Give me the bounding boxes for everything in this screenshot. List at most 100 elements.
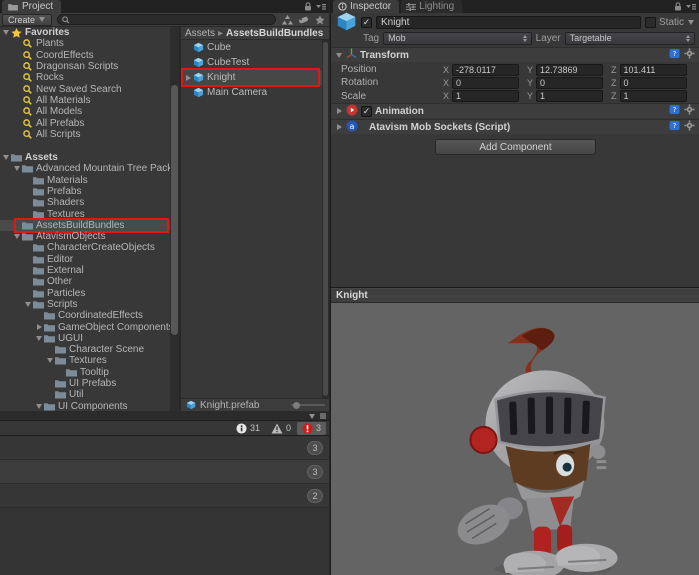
gear-icon[interactable] xyxy=(684,104,695,118)
tree-item-charactercreateobjects[interactable]: CharacterCreateObjects xyxy=(0,242,170,253)
help-icon[interactable]: ? xyxy=(669,120,680,134)
rotation-z-field[interactable]: 0 xyxy=(620,77,688,89)
search-input[interactable] xyxy=(70,15,271,25)
rotation-x-field[interactable]: 0 xyxy=(452,77,519,89)
icon-size-slider[interactable] xyxy=(291,404,325,406)
tree-item-editor[interactable]: Editor xyxy=(0,254,170,265)
console-warning-toggle[interactable]: 0 xyxy=(266,422,296,435)
foldout-closed-icon[interactable] xyxy=(184,74,192,82)
tree-item-dragonsan-scripts[interactable]: Dragonsan Scripts xyxy=(0,61,170,72)
search-field[interactable] xyxy=(57,14,276,25)
foldout-closed-icon[interactable] xyxy=(335,107,343,115)
content-scrollbar[interactable] xyxy=(322,40,329,398)
tree-item-external[interactable]: External xyxy=(0,265,170,276)
console-log-row[interactable]: 3 xyxy=(0,436,329,460)
foldout-closed-icon[interactable] xyxy=(335,123,343,131)
favorites-star-icon[interactable] xyxy=(313,14,326,25)
tree-item-textures[interactable]: Textures xyxy=(0,355,170,366)
static-dropdown-icon[interactable] xyxy=(687,19,695,27)
tree-item-gameobject-components[interactable]: GameObject Components xyxy=(0,321,170,332)
chevron-down-icon[interactable] xyxy=(308,412,316,420)
static-checkbox[interactable] xyxy=(645,17,656,28)
tree-item-particles[interactable]: Particles xyxy=(0,288,170,299)
rotation-y-field[interactable]: 0 xyxy=(536,77,603,89)
console-info-toggle[interactable]: 31 xyxy=(231,422,265,435)
tree-item-character-scene[interactable]: Character Scene xyxy=(0,344,170,355)
atavism-component-header[interactable]: a Atavism Mob Sockets (Script) ? xyxy=(331,119,699,134)
asset-item-cubetest[interactable]: CubeTest xyxy=(181,55,329,70)
panel-menu-icon[interactable] xyxy=(316,3,326,14)
foldout-open-icon[interactable] xyxy=(2,154,10,162)
console-error-toggle[interactable]: 3 xyxy=(297,422,326,435)
help-icon[interactable]: ? xyxy=(669,48,680,62)
gameobject-name-field[interactable]: Knight xyxy=(376,16,641,29)
tab-project[interactable]: Project xyxy=(2,0,61,13)
foldout-open-icon[interactable] xyxy=(35,334,43,342)
tree-item-ui-prefabs[interactable]: UI Prefabs xyxy=(0,378,170,389)
tag-dropdown[interactable]: Mob xyxy=(383,32,531,45)
tree-item-tooltip[interactable]: Tooltip xyxy=(0,367,170,378)
preview-header[interactable]: Knight xyxy=(331,287,699,303)
foldout-open-icon[interactable] xyxy=(13,165,21,173)
position-x-field[interactable]: -278.0117 xyxy=(452,64,519,76)
scale-x-field[interactable]: 1 xyxy=(452,90,519,102)
tree-item-atavismobjects[interactable]: AtavismObjects xyxy=(0,231,170,242)
asset-item-knight[interactable]: Knight xyxy=(181,70,329,85)
console-log-row[interactable]: 2 xyxy=(0,484,329,508)
tree-item-textures[interactable]: Textures xyxy=(0,208,170,219)
tree-item-assets[interactable]: Assets xyxy=(0,152,170,163)
tree-item-advanced-mountain-tree-pack[interactable]: Advanced Mountain Tree Pack xyxy=(0,163,170,174)
tree-item-other[interactable]: Other xyxy=(0,276,170,287)
foldout-open-icon[interactable] xyxy=(335,51,343,59)
scale-y-field[interactable]: 1 xyxy=(536,90,603,102)
foldout-open-icon[interactable] xyxy=(35,402,43,410)
tree-item-coordeffects[interactable]: CoordEffects xyxy=(0,50,170,61)
asset-item-main-camera[interactable]: Main Camera xyxy=(181,85,329,100)
tree-item-ugui[interactable]: UGUI xyxy=(0,333,170,344)
add-component-button[interactable]: Add Component xyxy=(435,139,596,155)
foldout-open-icon[interactable] xyxy=(13,233,21,241)
foldout-open-icon[interactable] xyxy=(46,357,54,365)
tree-item-materials[interactable]: Materials xyxy=(0,175,170,186)
search-by-label-icon[interactable] xyxy=(297,14,310,25)
scale-z-field[interactable]: 1 xyxy=(620,90,688,102)
search-by-type-icon[interactable] xyxy=(281,14,294,25)
tab-lighting[interactable]: Lighting xyxy=(401,0,462,13)
lock-icon[interactable] xyxy=(674,2,682,14)
position-z-field[interactable]: 101.411 xyxy=(620,64,688,76)
animation-enabled-checkbox[interactable]: ✓ xyxy=(361,106,372,117)
position-y-field[interactable]: 12.73869 xyxy=(536,64,603,76)
panel-menu-icon[interactable] xyxy=(686,3,696,14)
tree-item-all-models[interactable]: All Models xyxy=(0,106,170,117)
tree-item-prefabs[interactable]: Prefabs xyxy=(0,186,170,197)
active-checkbox[interactable]: ✓ xyxy=(361,17,372,28)
console-log-row[interactable]: 3 xyxy=(0,460,329,484)
foldout-open-icon[interactable] xyxy=(24,300,32,308)
transform-component-header[interactable]: Transform ? xyxy=(331,47,699,62)
tree-item-all-materials[interactable]: All Materials xyxy=(0,95,170,106)
tree-item-rocks[interactable]: Rocks xyxy=(0,72,170,83)
layer-dropdown[interactable]: Targetable xyxy=(565,32,695,45)
tree-item-scripts[interactable]: Scripts xyxy=(0,299,170,310)
tree-item-favorites[interactable]: Favorites xyxy=(0,27,170,38)
asset-item-cube[interactable]: Cube xyxy=(181,40,329,55)
tree-item-assetsbuildbundles[interactable]: AssetsBuildBundles xyxy=(0,220,170,231)
window-menu-icon[interactable] xyxy=(320,413,326,419)
tree-item-new-saved-search[interactable]: New Saved Search xyxy=(0,83,170,94)
gear-icon[interactable] xyxy=(684,48,695,62)
create-button[interactable]: Create xyxy=(2,14,52,26)
tree-item-all-prefabs[interactable]: All Prefabs xyxy=(0,117,170,128)
tree-item-shaders[interactable]: Shaders xyxy=(0,197,170,208)
help-icon[interactable]: ? xyxy=(669,104,680,118)
tree-item-coordinatedeffects[interactable]: CoordinatedEffects xyxy=(0,310,170,321)
foldout-closed-icon[interactable] xyxy=(35,323,43,331)
foldout-open-icon[interactable] xyxy=(2,29,10,37)
tree-scrollbar[interactable] xyxy=(170,27,179,411)
tree-item-util[interactable]: Util xyxy=(0,389,170,400)
animation-component-header[interactable]: ✓ Animation ? xyxy=(331,103,699,118)
asset-preview[interactable] xyxy=(331,303,699,575)
breadcrumb-root[interactable]: Assets xyxy=(185,28,215,39)
gear-icon[interactable] xyxy=(684,120,695,134)
tree-item-plants[interactable]: Plants xyxy=(0,38,170,49)
tree-item-all-scripts[interactable]: All Scripts xyxy=(0,129,170,140)
